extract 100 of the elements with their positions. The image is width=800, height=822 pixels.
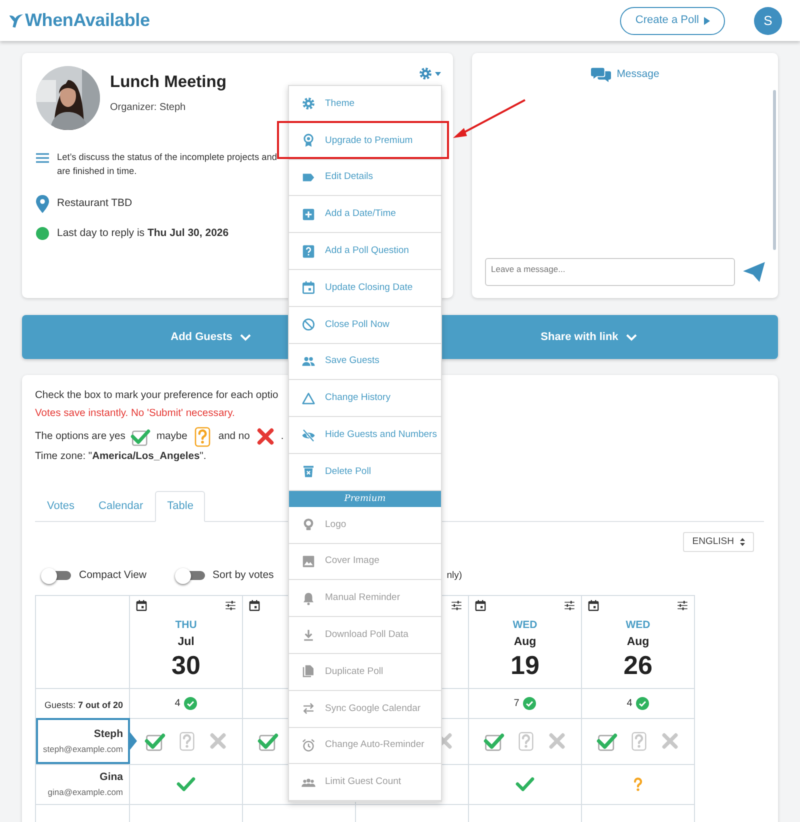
organizer-text: Organizer: Steph <box>110 100 187 115</box>
location-pin-icon <box>36 195 49 213</box>
toggle-label: Sort by votes <box>212 568 274 583</box>
tab[interactable]: Votes <box>35 491 87 522</box>
options-text: The options are yes <box>35 430 126 444</box>
calendar-icon[interactable] <box>474 598 487 612</box>
tab[interactable]: Calendar <box>86 491 156 522</box>
toggle-switch[interactable] <box>41 568 71 584</box>
bell-icon <box>301 590 316 606</box>
menu-item[interactable]: Close Poll Now <box>289 306 441 344</box>
swap-icon <box>301 701 316 716</box>
menu-lines-icon <box>36 153 49 163</box>
month-text: Jul <box>176 634 196 650</box>
timezone-text: Time zone: "America/Los_Angeles". <box>35 450 206 464</box>
guest-name: Gina <box>98 770 123 786</box>
trash-icon <box>301 464 316 480</box>
selection-pointer-icon <box>129 731 137 752</box>
download-icon <box>301 628 316 643</box>
instructions-text: Check the box to mark your preference for each optio <box>35 389 278 402</box>
sliders-icon[interactable] <box>676 598 689 612</box>
weekday-text: WED <box>512 618 538 634</box>
warning-text: Votes save instantly. No 'Submit' necessary. <box>35 407 235 421</box>
poll-title: Lunch Meeting <box>110 72 226 93</box>
day-number: 19 <box>510 651 540 680</box>
gear-icon <box>301 96 316 112</box>
menu-item[interactable]: Theme <box>289 86 441 123</box>
chevron-down-icon <box>240 334 252 340</box>
alarm-icon <box>301 738 316 753</box>
sliders-icon[interactable] <box>224 598 237 612</box>
check-circle-icon <box>636 696 650 710</box>
eye-slash-icon <box>301 428 316 443</box>
options-text: . <box>280 430 284 444</box>
plus-icon <box>301 206 316 222</box>
no-checkbox[interactable] <box>547 731 567 752</box>
triangle-icon <box>301 390 316 406</box>
message-heading: Message <box>616 67 660 82</box>
month-text: Aug <box>512 634 538 650</box>
yes-count-text: 4 <box>626 696 632 711</box>
logo-text[interactable]: WhenAvailable <box>25 7 150 34</box>
calendar-icon[interactable] <box>135 598 148 612</box>
options-text: and no <box>218 430 250 444</box>
guest-name: Steph <box>92 727 123 742</box>
bird-logo-icon <box>8 12 24 28</box>
menu-item[interactable]: Delete Poll <box>289 454 441 491</box>
bulb-icon <box>301 517 316 532</box>
maybe-checkbox[interactable] <box>177 730 197 752</box>
option-text: nly) <box>446 568 462 583</box>
message-input[interactable]: Leave a message... <box>485 258 735 286</box>
toggle-label: Compact View <box>79 568 147 583</box>
no-checkbox[interactable] <box>208 731 228 752</box>
status-dot <box>36 227 49 240</box>
menu-item[interactable]: Save Guests <box>289 344 441 380</box>
sort-caret-icon <box>740 538 745 546</box>
menu-item[interactable]: Add a Poll Question <box>289 233 441 270</box>
location-text: Restaurant TBD <box>57 196 132 212</box>
options-text: maybe <box>156 430 188 444</box>
description-text: Let’s discuss the status of the incomplete projects and are finished in time. <box>57 151 277 178</box>
language-select[interactable]: ENGLISH <box>683 532 754 552</box>
day-number: 30 <box>170 651 202 680</box>
chevron-down-icon <box>626 334 638 340</box>
user-avatar[interactable]: S <box>754 6 782 34</box>
no-sample-icon <box>254 426 276 447</box>
no-checkbox[interactable] <box>660 731 680 752</box>
settings-icon <box>418 66 433 81</box>
send-icon[interactable] <box>743 262 765 282</box>
calendar-icon[interactable] <box>587 598 600 612</box>
menu-section-header: Premium <box>289 490 441 507</box>
calendar-icon <box>301 280 316 296</box>
yes-count-text: 7 <box>514 696 520 711</box>
toggle-switch[interactable] <box>174 568 205 584</box>
guest-count-text: Guests: 7 out of 20 <box>44 699 123 712</box>
scrollbar[interactable] <box>773 90 776 250</box>
guest-name-cell[interactable]: Gina gina@example.com <box>36 764 130 804</box>
guest-email: gina@example.com <box>46 786 123 799</box>
image-icon <box>301 554 316 569</box>
menu-item[interactable]: Hide Guests and Numbers <box>289 417 441 454</box>
yes-count-text: 4 <box>174 696 180 711</box>
copy-icon <box>301 664 316 680</box>
ban-icon <box>301 317 316 332</box>
award-icon <box>301 133 316 148</box>
maybe-checkbox[interactable] <box>629 730 649 752</box>
guest-email: steph@example.com <box>42 742 123 756</box>
sliders-icon[interactable] <box>563 598 576 612</box>
maybe-checkbox[interactable] <box>516 730 536 752</box>
menu-item[interactable]: Edit Details <box>289 160 441 196</box>
caret-icon <box>435 72 441 76</box>
menu-item[interactable]: Change History <box>289 380 441 418</box>
menu-item[interactable]: Update Closing Date <box>289 270 441 307</box>
sliders-icon[interactable] <box>450 598 463 612</box>
check-circle-icon <box>523 696 536 710</box>
tab[interactable]: Table <box>155 491 206 522</box>
menu-item[interactable]: Add a Date/Time <box>289 196 441 234</box>
deadline-text: Last day to reply is Thu Jul 30, 2026 <box>57 226 229 241</box>
month-text: Aug <box>626 634 650 650</box>
calendar-icon[interactable] <box>248 598 261 612</box>
weekday-text: WED <box>624 618 652 634</box>
settings-dropdown-button[interactable] <box>418 66 441 81</box>
question-icon <box>301 244 316 259</box>
check-circle-icon <box>184 696 198 710</box>
create-poll-button[interactable]: Create a Poll <box>620 6 725 34</box>
